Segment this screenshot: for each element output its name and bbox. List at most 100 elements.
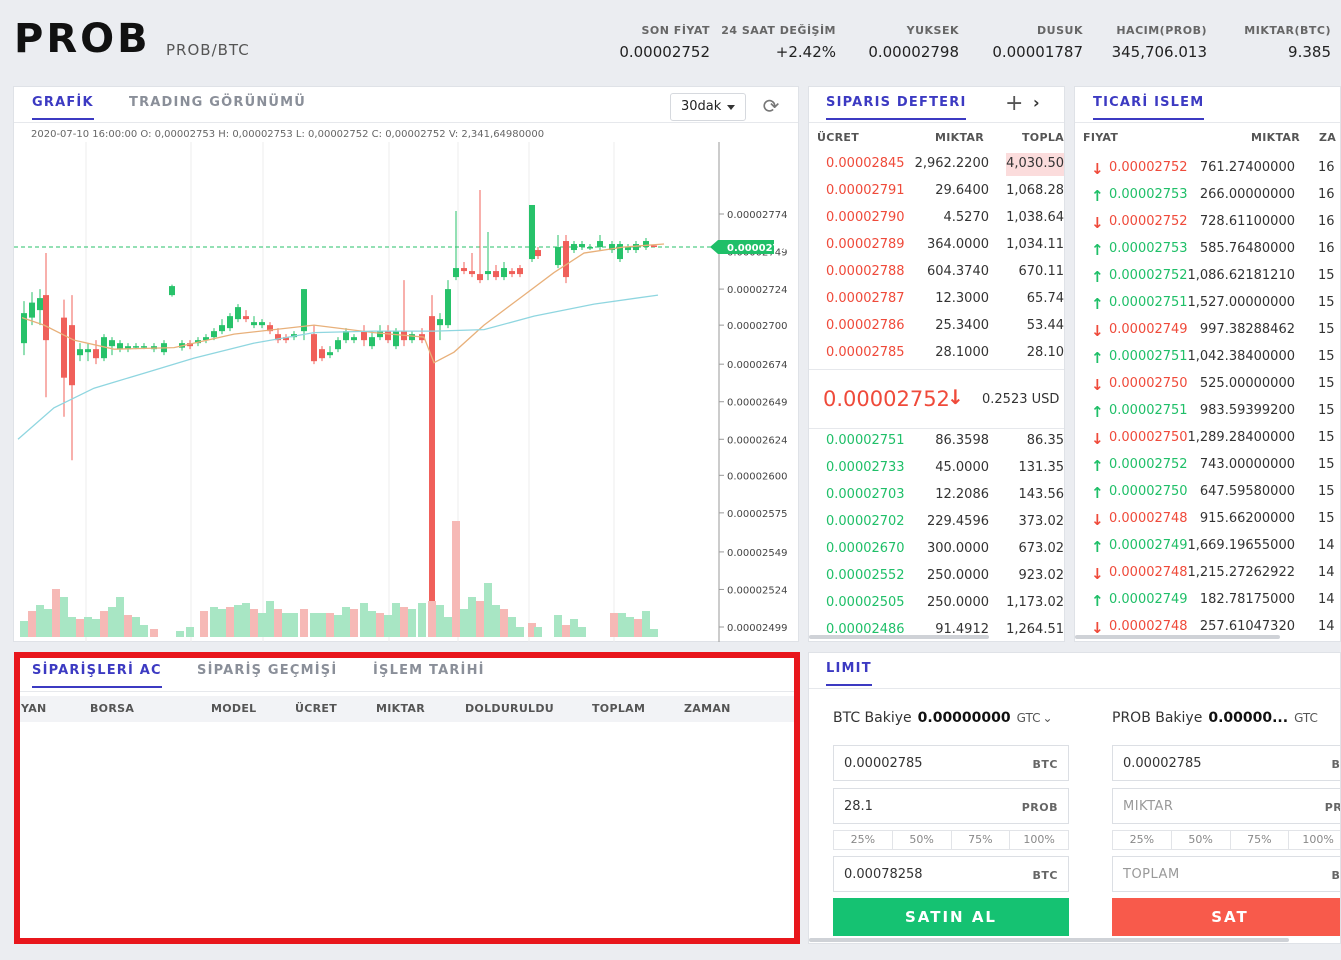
bid-row[interactable]: 0.00002733 45.0000 131.35 [809, 455, 1064, 482]
bid-price: 0.00002703 [826, 487, 905, 502]
tab-chart[interactable]: GRAFİK [32, 95, 94, 120]
ask-price: 0.00002789 [826, 237, 905, 252]
ask-row[interactable]: 0.00002789 364.0000 1,034.11 [809, 232, 1064, 259]
pct-75-button[interactable]: 75% [952, 831, 1011, 849]
bid-amount: 250.0000 [926, 595, 989, 610]
trade-row: ↓ 0.00002752 728.61100000 16 [1075, 209, 1340, 236]
pct-50-button[interactable]: 50% [1172, 831, 1231, 849]
buy-total-input[interactable]: 0.00078258 BTC [833, 856, 1069, 892]
ask-row[interactable]: 0.00002787 12.3000 65.74 [809, 286, 1064, 313]
volume-bar [484, 583, 492, 637]
tab-open-orders[interactable]: SİPARİŞLERİ AC [32, 663, 162, 688]
col-side: YAN [21, 702, 47, 715]
candle-body [259, 322, 265, 326]
trade-amount: 585.76480000 [1199, 241, 1295, 256]
trade-amount: 647.59580000 [1199, 484, 1295, 499]
ask-row[interactable]: 0.00002785 28.1000 28.10 [809, 340, 1064, 367]
tab-order-history[interactable]: SİPARİŞ GEÇMİŞİ [197, 663, 337, 678]
volume-bar [290, 613, 298, 637]
ask-row[interactable]: 0.00002790 4.5270 1,038.64 [809, 205, 1064, 232]
pct-75-button[interactable]: 75% [1231, 831, 1290, 849]
ask-row[interactable]: 0.00002786 25.3400 53.44 [809, 313, 1064, 340]
y-tick-label: 0.00002600 [727, 471, 787, 482]
ask-price: 0.00002791 [826, 183, 905, 198]
buy-tif-select[interactable]: GTC [1017, 711, 1041, 725]
ask-total: 4,030.50 [1006, 156, 1064, 171]
pct-100-button[interactable]: 100% [1010, 831, 1068, 849]
trade-amount: 915.66200000 [1199, 511, 1295, 526]
tab-orderbook[interactable]: SIPARIS DEFTERI [826, 95, 967, 120]
pct-25-button[interactable]: 25% [1113, 831, 1172, 849]
bid-row[interactable]: 0.00002670 300.0000 673.02 [809, 536, 1064, 563]
buy-button[interactable]: SATIN AL [833, 898, 1069, 936]
interval-select[interactable]: 30dak [670, 93, 746, 121]
buy-total-value: 0.00078258 [844, 867, 923, 882]
tab-trading-view[interactable]: TRADING GÖRÜNÜMÜ [129, 95, 306, 110]
bid-row[interactable]: 0.00002702 229.4596 373.02 [809, 509, 1064, 536]
sell-total-input[interactable]: TOPLAM BTC [1112, 856, 1341, 892]
sell-button[interactable]: SAT [1112, 898, 1340, 936]
candle-body [555, 247, 561, 266]
bid-row[interactable]: 0.00002552 250.0000 923.02 [809, 563, 1064, 590]
refresh-icon[interactable]: ⟳ [760, 95, 782, 117]
trade-price: 0.00002750 [1109, 376, 1188, 391]
limit-tabs: LIMIT [809, 653, 1340, 689]
chevron-right-icon[interactable]: › [1033, 93, 1040, 112]
horizontal-scrollbar[interactable] [1075, 635, 1280, 639]
bid-price: 0.00002702 [826, 514, 905, 529]
candle-body [243, 316, 249, 320]
tab-trade-history[interactable]: İŞLEM TARİHİ [373, 663, 485, 678]
plus-icon[interactable]: + [1005, 91, 1023, 116]
bid-amount: 300.0000 [926, 541, 989, 556]
col-price: ÜCRET [295, 702, 337, 715]
volume-bar [258, 613, 266, 637]
chevron-down-icon[interactable]: ⌄ [1043, 711, 1053, 725]
ask-row[interactable]: 0.00002788 604.3740 670.11 [809, 259, 1064, 286]
candle-body [437, 319, 443, 326]
pct-50-button[interactable]: 50% [893, 831, 952, 849]
trade-price: 0.00002751 [1109, 349, 1188, 364]
pct-100-button[interactable]: 100% [1289, 831, 1340, 849]
trade-amount: 1,086.62181210 [1187, 268, 1295, 283]
trade-row: ↑ 0.00002751 1,527.00000000 15 [1075, 290, 1340, 317]
trade-price: 0.00002753 [1109, 187, 1188, 202]
volume-bar [452, 521, 460, 637]
volume-bar [516, 627, 524, 637]
chevron-down-icon [727, 105, 735, 110]
candlestick-chart[interactable]: 0.000027740.000027490.000027240.00002700… [14, 142, 798, 642]
sell-tif-select[interactable]: GTC [1294, 711, 1318, 725]
ask-amount: 29.6400 [935, 183, 989, 198]
pct-25-button[interactable]: 25% [834, 831, 893, 849]
mid-price: 0.00002752 [823, 387, 950, 411]
volume-bar [570, 619, 578, 637]
sell-amount-input[interactable]: MIKTAR PROB [1112, 788, 1340, 824]
bid-row[interactable]: 0.00002505 250.0000 1,173.02 [809, 590, 1064, 617]
horizontal-scrollbar[interactable] [809, 635, 989, 639]
ask-row[interactable]: 0.00002845 2,962.2200 4,030.50 [809, 151, 1064, 178]
tab-limit[interactable]: LIMIT [826, 661, 872, 686]
candle-body [617, 244, 623, 260]
ask-row[interactable]: 0.00002791 29.6400 1,068.28 [809, 178, 1064, 205]
ask-price: 0.00002790 [826, 210, 905, 225]
orders-tabs: SİPARİŞLERİ AC SİPARİŞ GEÇMİŞİ İŞLEM TAR… [20, 658, 794, 692]
sell-price-input[interactable]: 0.00002785 BTC [1112, 745, 1340, 781]
candle-body [77, 349, 83, 356]
bid-row[interactable]: 0.00002751 86.3598 86.35 [809, 428, 1064, 455]
trade-price: 0.00002749 [1109, 592, 1188, 607]
trade-amount: 1,042.38400000 [1187, 349, 1295, 364]
volume-bar [500, 609, 508, 637]
y-tick-label: 0.00002624 [727, 435, 787, 446]
volume-bar [92, 619, 100, 637]
sell-total-currency: BTC [1331, 869, 1341, 882]
tab-trades[interactable]: TICARİ ISLEM [1093, 95, 1205, 120]
buy-percent-buttons: 25% 50% 75% 100% [833, 830, 1069, 850]
buy-amount-input[interactable]: 28.1 PROB [833, 788, 1069, 824]
y-tick-label: 0.00002724 [727, 285, 787, 296]
horizontal-scrollbar[interactable] [809, 938, 1289, 942]
ask-price: 0.00002787 [826, 291, 905, 306]
candle-body [141, 346, 147, 348]
orderbook-tabs: SIPARIS DEFTERI + › [809, 87, 1064, 123]
volume-bar [20, 621, 28, 637]
bid-row[interactable]: 0.00002703 12.2086 143.56 [809, 482, 1064, 509]
buy-price-input[interactable]: 0.00002785 BTC [833, 745, 1069, 781]
